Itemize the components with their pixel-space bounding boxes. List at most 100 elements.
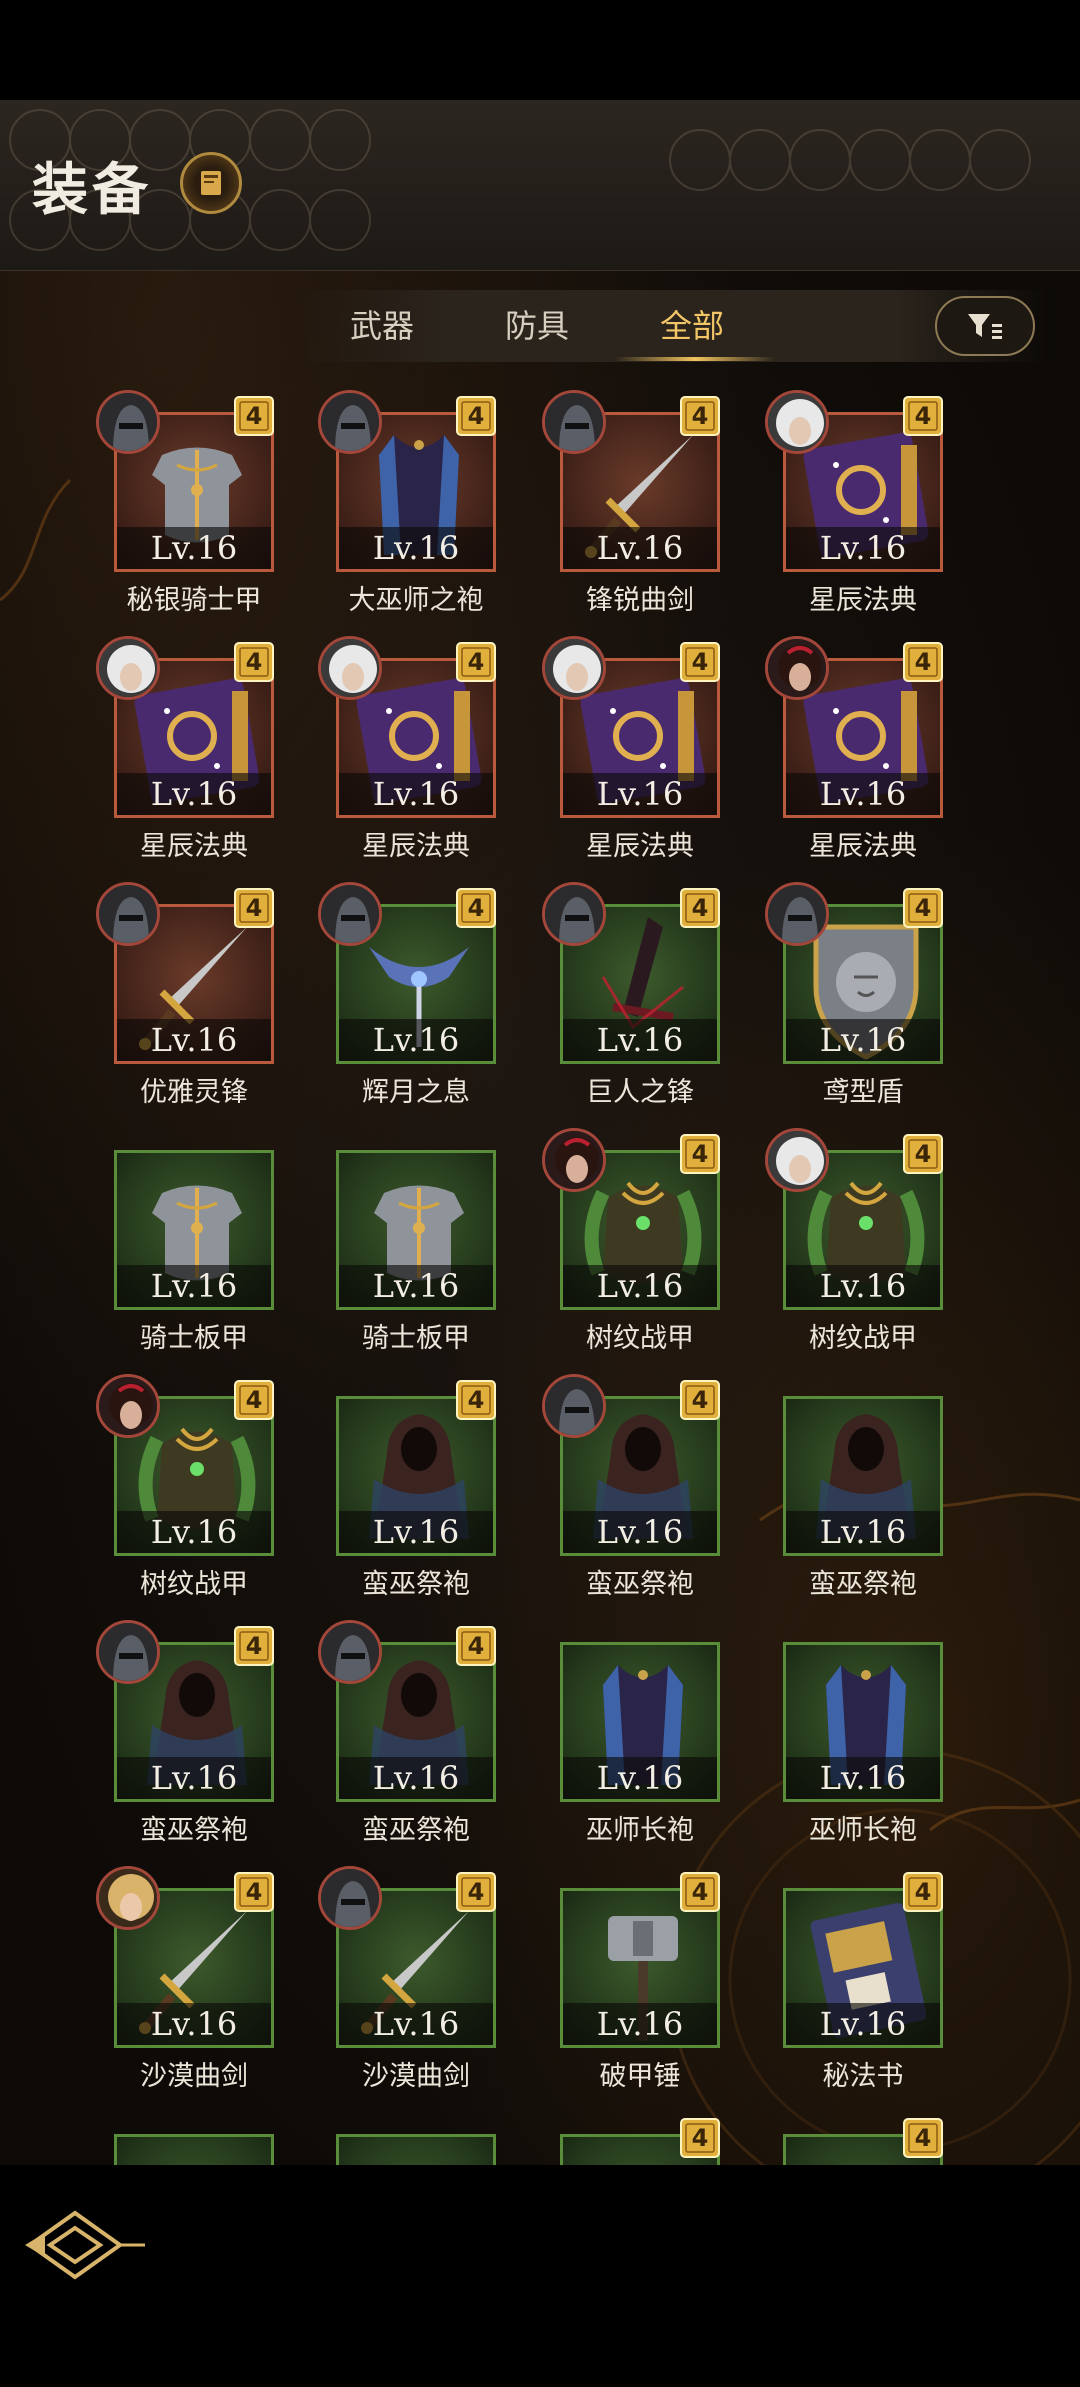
equipment-card[interactable]: Lv.16 4 鸢型盾 [765,882,945,1122]
item-level: Lv.16 [339,1019,493,1061]
equipment-card[interactable]: 4 [542,2112,722,2165]
item-level: Lv.16 [339,1757,493,1799]
equipment-card[interactable]: Lv.16 4 秘银骑士甲 [96,390,276,630]
hero-avatar [542,882,606,946]
equipment-card[interactable]: Lv.16 4 蛮巫祭袍 [542,1374,722,1614]
rank-badge: 4 [900,393,946,439]
item-level: Lv.16 [117,527,271,569]
item-name: 蛮巫祭袍 [362,1815,470,1846]
item-level: Lv.16 [786,1019,940,1061]
item-level: Lv.16 [786,527,940,569]
equipment-card[interactable]: Lv.16 蛮巫祭袍 [765,1374,945,1614]
equipment-card[interactable]: Lv.16 4 星辰法典 [318,636,498,876]
equipment-card[interactable] [318,2112,498,2165]
item-name: 巨人之锋 [586,1077,694,1108]
equipment-card[interactable] [96,2112,276,2165]
rank-badge: 4 [677,1377,723,1423]
equipment-card[interactable]: Lv.16 4 秘法书 [765,1866,945,2106]
hero-avatar [542,390,606,454]
hero-avatar [765,882,829,946]
equipment-card[interactable]: Lv.16 4 星辰法典 [765,390,945,630]
equipment-card[interactable]: Lv.16 4 辉月之息 [318,882,498,1122]
equipment-card[interactable]: Lv.16 4 树纹战甲 [765,1128,945,1368]
item-level: Lv.16 [786,773,940,815]
item-name: 锋锐曲剑 [586,585,694,616]
filter-button[interactable] [935,296,1035,356]
rank-badge: 4 [231,639,277,685]
equipment-card[interactable]: Lv.16 骑士板甲 [318,1128,498,1368]
equipment-card[interactable]: Lv.16 4 巨人之锋 [542,882,722,1122]
equipment-card[interactable]: Lv.16 4 沙漠曲剑 [318,1866,498,2106]
equipment-card[interactable]: Lv.16 4 破甲锤 [542,1866,722,2106]
rank-badge: 4 [453,1869,499,1915]
equipment-card[interactable]: Lv.16 4 优雅灵锋 [96,882,276,1122]
equipment-card[interactable]: Lv.16 4 星辰法典 [96,636,276,876]
equipment-card[interactable]: Lv.16 4 星辰法典 [542,636,722,876]
item-name: 骑士板甲 [140,1323,248,1354]
page-title: 装备 [32,157,152,223]
equipment-card[interactable]: Lv.16 4 树纹战甲 [542,1128,722,1368]
back-button[interactable] [20,2195,150,2295]
item-level: Lv.16 [117,773,271,815]
equipment-card[interactable]: Lv.16 巫师长袍 [765,1620,945,1860]
hero-avatar [318,1866,382,1930]
hero-avatar [542,1374,606,1438]
hero-avatar [318,882,382,946]
tab-all[interactable]: 全部 [660,290,724,362]
equipment-card[interactable]: Lv.16 巫师长袍 [542,1620,722,1860]
item-frame: Lv.16 [783,1642,943,1802]
hero-avatar [96,882,160,946]
item-name: 鸢型盾 [822,1077,904,1108]
item-name: 树纹战甲 [586,1323,694,1354]
hero-avatar [96,636,160,700]
rank-badge: 4 [677,639,723,685]
equipment-card[interactable]: Lv.16 4 蛮巫祭袍 [318,1374,498,1614]
rank-badge: 4 [453,639,499,685]
tab-armor[interactable]: 防具 [505,290,569,362]
item-name: 沙漠曲剑 [140,2061,248,2092]
equipment-card[interactable]: Lv.16 4 星辰法典 [765,636,945,876]
item-frame: Lv.16 [560,1642,720,1802]
item-level: Lv.16 [563,1511,717,1553]
hero-avatar [318,390,382,454]
equipment-card[interactable]: Lv.16 4 蛮巫祭袍 [318,1620,498,1860]
item-name: 辉月之息 [362,1077,470,1108]
hero-avatar [765,636,829,700]
back-arrow-icon [25,2210,145,2280]
item-name: 沙漠曲剑 [362,2061,470,2092]
item-level: Lv.16 [339,773,493,815]
rank-badge: 4 [900,1869,946,1915]
item-level: Lv.16 [563,1757,717,1799]
equipment-card[interactable]: Lv.16 4 沙漠曲剑 [96,1866,276,2106]
equipment-card[interactable]: Lv.16 4 蛮巫祭袍 [96,1620,276,1860]
item-level: Lv.16 [563,773,717,815]
item-name: 蛮巫祭袍 [140,1815,248,1846]
rank-badge: 4 [453,393,499,439]
hero-avatar [542,1128,606,1192]
hero-avatar [765,1128,829,1192]
rank-badge: 4 [231,1869,277,1915]
item-level: Lv.16 [117,2003,271,2045]
hero-avatar [765,390,829,454]
item-name: 骑士板甲 [362,1323,470,1354]
rank-badge: 4 [677,1131,723,1177]
item-name: 星辰法典 [586,831,694,862]
item-name: 树纹战甲 [140,1569,248,1600]
codex-button[interactable] [180,152,242,214]
item-level: Lv.16 [563,2003,717,2045]
equipment-card[interactable]: Lv.16 4 锋锐曲剑 [542,390,722,630]
equipment-card[interactable]: 4 [765,2112,945,2165]
item-name: 星辰法典 [140,831,248,862]
item-name: 蛮巫祭袍 [362,1569,470,1600]
equipment-card[interactable]: Lv.16 4 树纹战甲 [96,1374,276,1614]
rank-badge: 4 [900,2115,946,2161]
rank-badge: 4 [677,393,723,439]
equipment-card[interactable]: Lv.16 4 大巫师之袍 [318,390,498,630]
rank-badge: 4 [231,1377,277,1423]
item-level: Lv.16 [563,1265,717,1307]
item-frame [336,2134,496,2165]
rank-badge: 4 [453,1377,499,1423]
tab-weapons[interactable]: 武器 [350,290,414,362]
item-name: 蛮巫祭袍 [809,1569,917,1600]
equipment-card[interactable]: Lv.16 骑士板甲 [96,1128,276,1368]
